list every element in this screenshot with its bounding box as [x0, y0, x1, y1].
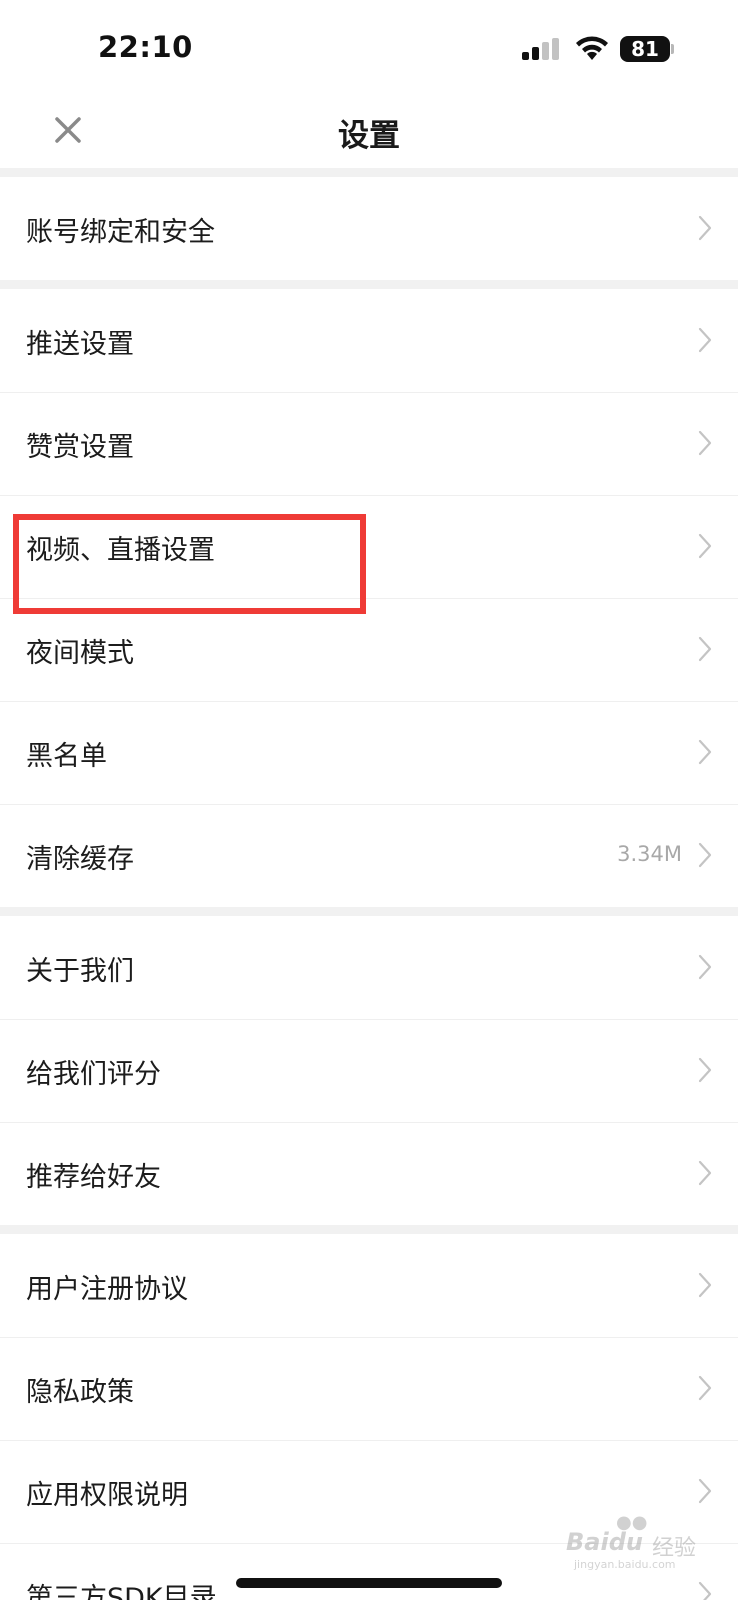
settings-item-blacklist[interactable]: 黑名单 — [0, 701, 738, 804]
group-separator — [0, 1225, 738, 1234]
settings-item-reward[interactable]: 赞赏设置 — [0, 392, 738, 495]
chevron-right-icon — [698, 327, 712, 353]
signal-icon — [522, 38, 562, 60]
settings-item-clear-cache[interactable]: 清除缓存 3.34M — [0, 804, 738, 907]
settings-list: 账号绑定和安全 推送设置 赞赏设置 视频、直播设置 夜间模式 黑名单 清除缓存 … — [0, 168, 738, 1600]
chevron-right-icon — [698, 533, 712, 559]
group-separator — [0, 280, 738, 289]
status-time: 22:10 — [98, 30, 193, 64]
status-bar: 22:10 81 — [0, 0, 738, 96]
settings-item-label: 赞赏设置 — [26, 432, 134, 463]
settings-item-label: 第三方SDK目录 — [26, 1583, 217, 1600]
chevron-right-icon — [698, 636, 712, 662]
settings-item-account-security[interactable]: 账号绑定和安全 — [0, 177, 738, 280]
settings-item-label: 夜间模式 — [26, 638, 134, 669]
chevron-right-icon — [698, 1478, 712, 1504]
settings-item-label: 清除缓存 — [26, 844, 134, 875]
chevron-right-icon — [698, 1581, 712, 1600]
settings-item-label: 用户注册协议 — [26, 1274, 188, 1305]
page-title: 设置 — [338, 118, 400, 154]
settings-item-user-agreement[interactable]: 用户注册协议 — [0, 1234, 738, 1337]
chevron-right-icon — [698, 1160, 712, 1186]
settings-item-label: 应用权限说明 — [26, 1480, 188, 1511]
settings-item-label: 关于我们 — [26, 956, 134, 987]
settings-group-account: 账号绑定和安全 — [0, 177, 738, 280]
settings-item-label: 黑名单 — [26, 741, 107, 772]
chevron-right-icon — [698, 215, 712, 241]
paw-icon: ●● — [616, 1512, 648, 1533]
settings-item-privacy-policy[interactable]: 隐私政策 — [0, 1337, 738, 1440]
settings-item-about-us[interactable]: 关于我们 — [0, 916, 738, 1019]
settings-item-label: 给我们评分 — [26, 1059, 161, 1090]
chevron-right-icon — [698, 1057, 712, 1083]
chevron-right-icon — [698, 430, 712, 456]
battery-level: 81 — [620, 36, 670, 62]
settings-item-label: 账号绑定和安全 — [26, 217, 215, 248]
group-separator — [0, 907, 738, 916]
settings-item-label: 隐私政策 — [26, 1377, 134, 1408]
settings-group-about: 关于我们 给我们评分 推荐给好友 — [0, 916, 738, 1225]
settings-item-recommend[interactable]: 推荐给好友 — [0, 1122, 738, 1225]
highlight-annotation-box — [13, 514, 366, 614]
nav-bar: 设置 — [0, 96, 738, 168]
chevron-right-icon — [698, 842, 712, 868]
settings-item-push[interactable]: 推送设置 — [0, 289, 738, 392]
watermark-domain: jingyan.baidu.com — [574, 1558, 676, 1571]
settings-item-label: 推送设置 — [26, 329, 134, 360]
chevron-right-icon — [698, 739, 712, 765]
home-indicator[interactable] — [236, 1578, 502, 1588]
battery-icon: 81 — [620, 36, 674, 62]
settings-item-rate-us[interactable]: 给我们评分 — [0, 1019, 738, 1122]
cache-size-value: 3.34M — [617, 842, 682, 866]
settings-item-label: 推荐给好友 — [26, 1162, 161, 1193]
baidu-watermark: Baidu ●● 经验 jingyan.baidu.com — [566, 1512, 702, 1571]
chevron-right-icon — [698, 954, 712, 980]
chevron-right-icon — [698, 1375, 712, 1401]
wifi-icon — [576, 36, 608, 60]
chevron-right-icon — [698, 1272, 712, 1298]
group-separator — [0, 168, 738, 177]
